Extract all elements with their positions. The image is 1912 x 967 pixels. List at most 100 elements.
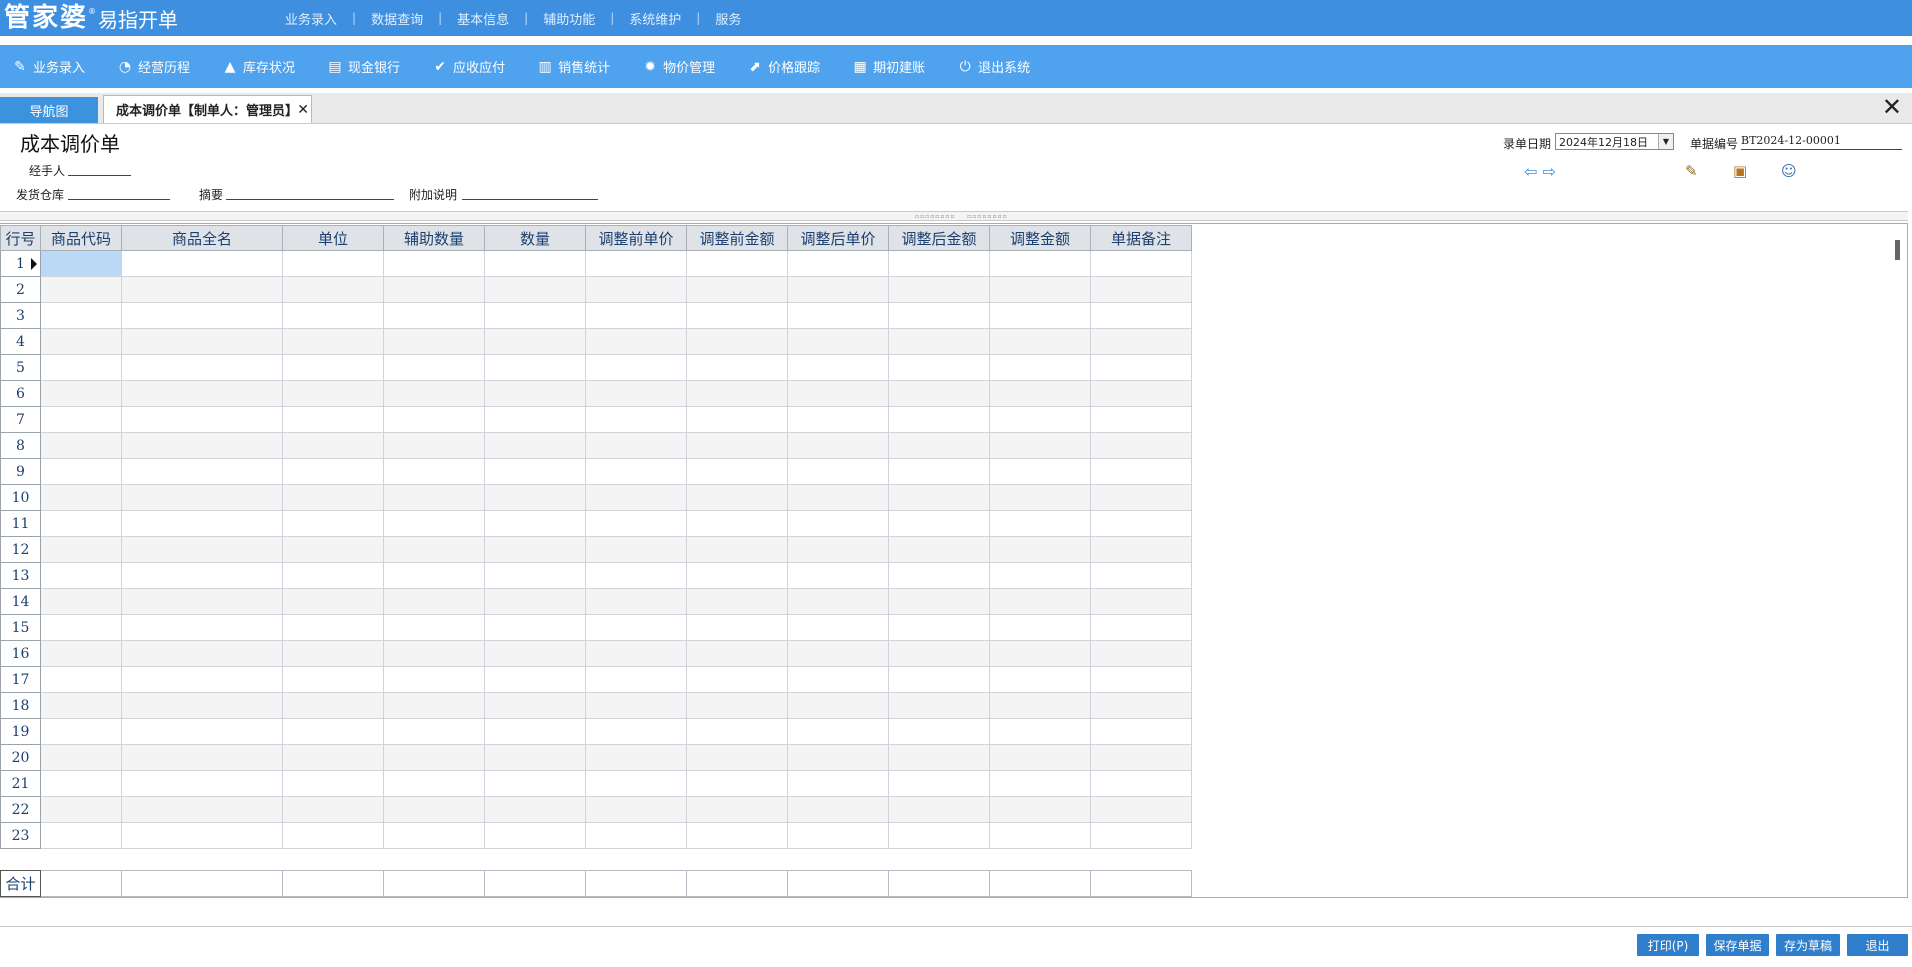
grid-cell[interactable] bbox=[686, 406, 788, 433]
grid-cell[interactable] bbox=[40, 354, 122, 381]
grid-cell[interactable] bbox=[989, 250, 1091, 277]
grid-cell[interactable] bbox=[585, 536, 687, 563]
package-icon[interactable]: ▣ bbox=[1733, 162, 1747, 180]
grid-cell[interactable] bbox=[686, 692, 788, 719]
grid-cell[interactable] bbox=[686, 250, 788, 277]
grid-cell[interactable] bbox=[282, 302, 384, 329]
grid-cell[interactable] bbox=[383, 562, 485, 589]
vertical-scrollbar[interactable] bbox=[1895, 240, 1900, 260]
grid-cell[interactable] bbox=[585, 666, 687, 693]
grid-cell[interactable] bbox=[989, 432, 1091, 459]
grid-cell[interactable] bbox=[40, 432, 122, 459]
grid-cell[interactable] bbox=[585, 822, 687, 849]
grid-cell[interactable] bbox=[282, 458, 384, 485]
grid-cell[interactable] bbox=[40, 588, 122, 615]
grid-cell[interactable] bbox=[484, 614, 586, 641]
grid-cell[interactable] bbox=[888, 276, 990, 303]
grid-cell[interactable] bbox=[1090, 536, 1192, 563]
grid-cell[interactable] bbox=[282, 328, 384, 355]
grid-cell[interactable] bbox=[282, 640, 384, 667]
grid-cell[interactable] bbox=[686, 380, 788, 407]
grid-cell[interactable] bbox=[686, 770, 788, 797]
toolbar-button[interactable]: ✎ 业务录入 bbox=[12, 57, 85, 77]
grid-cell[interactable] bbox=[1090, 406, 1192, 433]
grid-cell[interactable] bbox=[686, 536, 788, 563]
grid-cell[interactable] bbox=[1090, 510, 1192, 537]
grid-cell[interactable] bbox=[40, 250, 122, 277]
grid-cell[interactable] bbox=[888, 484, 990, 511]
grid-cell[interactable] bbox=[40, 796, 122, 823]
grid-cell[interactable] bbox=[383, 380, 485, 407]
grid-cell[interactable] bbox=[282, 588, 384, 615]
grid-cell[interactable] bbox=[686, 276, 788, 303]
arrow-left-icon[interactable]: ⇦ bbox=[1524, 162, 1537, 181]
grid-cell[interactable] bbox=[989, 770, 1091, 797]
grid-cell[interactable] bbox=[282, 354, 384, 381]
date-picker[interactable]: 2024年12月18日 ▼ bbox=[1555, 133, 1674, 150]
grid-cell[interactable] bbox=[121, 432, 283, 459]
grid-cell[interactable] bbox=[1090, 822, 1192, 849]
toolbar-button[interactable]: ✔ 应收应付 bbox=[432, 57, 505, 77]
grid-cell[interactable] bbox=[383, 406, 485, 433]
grid-cell[interactable] bbox=[686, 354, 788, 381]
grid-cell[interactable] bbox=[383, 796, 485, 823]
grid-cell[interactable] bbox=[484, 510, 586, 537]
grid-cell[interactable] bbox=[121, 744, 283, 771]
column-header[interactable]: 单位 bbox=[282, 225, 384, 251]
grid-cell[interactable] bbox=[888, 796, 990, 823]
grid-cell[interactable] bbox=[40, 666, 122, 693]
grid-cell[interactable] bbox=[686, 744, 788, 771]
grid-cell[interactable] bbox=[787, 302, 889, 329]
grid-cell[interactable] bbox=[121, 510, 283, 537]
grid-cell[interactable] bbox=[282, 276, 384, 303]
grid-cell[interactable] bbox=[989, 328, 1091, 355]
grid-cell[interactable] bbox=[484, 796, 586, 823]
grid-cell[interactable] bbox=[484, 744, 586, 771]
handler-input[interactable] bbox=[68, 174, 131, 176]
grid-cell[interactable] bbox=[787, 796, 889, 823]
column-header[interactable]: 调整金额 bbox=[989, 225, 1091, 251]
grid-cell[interactable] bbox=[585, 302, 687, 329]
grid-cell[interactable] bbox=[383, 692, 485, 719]
grid-cell[interactable] bbox=[989, 822, 1091, 849]
grid-cell[interactable] bbox=[40, 380, 122, 407]
grid-cell[interactable] bbox=[585, 562, 687, 589]
grid-cell[interactable] bbox=[1090, 276, 1192, 303]
grid-cell[interactable] bbox=[888, 250, 990, 277]
grid-cell[interactable] bbox=[282, 432, 384, 459]
grid-cell[interactable] bbox=[787, 614, 889, 641]
toolbar-button[interactable]: ✹ 物价管理 bbox=[642, 57, 715, 77]
grid-cell[interactable] bbox=[282, 510, 384, 537]
grid-cell[interactable] bbox=[787, 770, 889, 797]
grid-cell[interactable] bbox=[888, 666, 990, 693]
grid-cell[interactable] bbox=[383, 536, 485, 563]
grid-cell[interactable] bbox=[383, 770, 485, 797]
grid-cell[interactable] bbox=[40, 718, 122, 745]
grid-cell[interactable] bbox=[383, 328, 485, 355]
grid-cell[interactable] bbox=[888, 432, 990, 459]
grid-cell[interactable] bbox=[121, 380, 283, 407]
grid-cell[interactable] bbox=[585, 406, 687, 433]
toolbar-button[interactable]: ▤ 现金银行 bbox=[327, 57, 400, 77]
grid-cell[interactable] bbox=[121, 692, 283, 719]
tab-navigation-map[interactable]: 导航图 bbox=[0, 97, 98, 123]
grid-cell[interactable] bbox=[989, 588, 1091, 615]
grid-cell[interactable] bbox=[484, 666, 586, 693]
grid-cell[interactable] bbox=[1090, 744, 1192, 771]
column-header[interactable]: 商品代码 bbox=[40, 225, 122, 251]
toolbar-button[interactable]: ◔ 经营历程 bbox=[117, 57, 190, 77]
grid-cell[interactable] bbox=[484, 718, 586, 745]
grid-cell[interactable] bbox=[40, 302, 122, 329]
grid-cell[interactable] bbox=[888, 406, 990, 433]
grid-cell[interactable] bbox=[282, 770, 384, 797]
grid-cell[interactable] bbox=[40, 692, 122, 719]
grid-cell[interactable] bbox=[121, 640, 283, 667]
grid-cell[interactable] bbox=[1090, 432, 1192, 459]
grid-cell[interactable] bbox=[888, 536, 990, 563]
grid-cell[interactable] bbox=[787, 822, 889, 849]
print-button[interactable]: 打印(P) bbox=[1637, 934, 1699, 956]
grid-cell[interactable] bbox=[1090, 354, 1192, 381]
grid-cell[interactable] bbox=[686, 510, 788, 537]
grid-cell[interactable] bbox=[989, 796, 1091, 823]
column-header[interactable]: 商品全名 bbox=[121, 225, 283, 251]
